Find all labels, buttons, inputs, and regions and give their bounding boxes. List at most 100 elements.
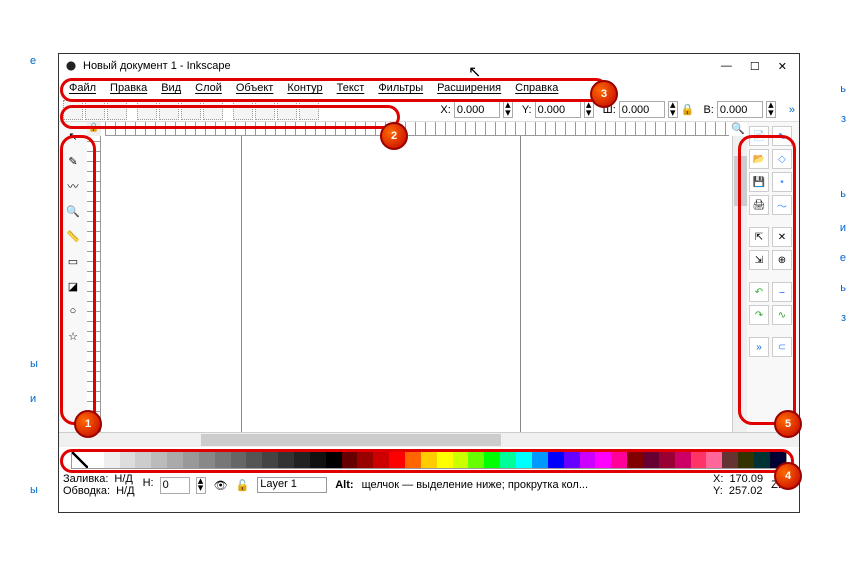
undo-icon[interactable]: ↶ <box>749 282 769 302</box>
w-spinner[interactable]: ▴▾ <box>668 101 678 118</box>
color-swatch[interactable] <box>595 452 611 468</box>
color-swatch[interactable] <box>532 452 548 468</box>
tweak-tool-icon[interactable]: 〰 <box>63 176 83 196</box>
color-swatch[interactable] <box>342 452 358 468</box>
rect-tool-icon[interactable]: ▭ <box>63 251 83 271</box>
rotate-ccw-icon[interactable] <box>137 100 157 120</box>
color-swatch[interactable] <box>691 452 707 468</box>
maximize-button[interactable]: ☐ <box>750 60 760 73</box>
color-swatch[interactable] <box>326 452 342 468</box>
opacity-input[interactable] <box>160 477 190 494</box>
color-swatch[interactable] <box>294 452 310 468</box>
menu-layer[interactable]: Слой <box>195 82 222 94</box>
color-swatch[interactable] <box>120 452 136 468</box>
menu-extensions[interactable]: Расширения <box>437 82 501 94</box>
y-input[interactable] <box>535 101 581 118</box>
color-swatch[interactable] <box>706 452 722 468</box>
color-swatch[interactable] <box>643 452 659 468</box>
w-input[interactable] <box>619 101 665 118</box>
color-swatch[interactable] <box>215 452 231 468</box>
menu-text[interactable]: Текст <box>337 82 365 94</box>
layer-selector[interactable]: Layer 1 <box>257 477 327 493</box>
color-swatch[interactable] <box>754 452 770 468</box>
x-spinner[interactable]: ▴▾ <box>503 101 513 118</box>
snap-bbox-icon[interactable]: ◇ <box>772 149 792 169</box>
h-input[interactable] <box>717 101 763 118</box>
color-swatch[interactable] <box>231 452 247 468</box>
ruler-horizontal[interactable] <box>105 122 729 136</box>
snap-other-icon[interactable]: ⊂ <box>772 337 792 357</box>
menu-file[interactable]: Файл <box>69 82 96 94</box>
open-doc-icon[interactable]: 📂 <box>749 149 769 169</box>
toolbar-overflow-icon[interactable]: » <box>789 104 795 116</box>
color-swatch[interactable] <box>738 452 754 468</box>
menu-help[interactable]: Справка <box>515 82 558 94</box>
layer-visibility-icon[interactable]: 👁 <box>214 479 228 492</box>
color-swatch[interactable] <box>500 452 516 468</box>
color-swatch[interactable] <box>484 452 500 468</box>
color-swatch[interactable] <box>611 452 627 468</box>
print-icon[interactable]: 🖨 <box>749 195 769 215</box>
zoom-magnify-icon[interactable]: 🔍 <box>731 122 745 135</box>
select-all-icon[interactable] <box>63 100 83 120</box>
color-swatch[interactable] <box>278 452 294 468</box>
lower-bottom-icon[interactable] <box>233 100 253 120</box>
color-swatch[interactable] <box>675 452 691 468</box>
star-tool-icon[interactable]: ☆ <box>63 326 83 346</box>
snap-node-icon[interactable]: • <box>772 172 792 192</box>
stroke-value[interactable]: Н/Д <box>116 485 134 497</box>
opacity-spinner[interactable]: ▴▾ <box>196 477 206 494</box>
close-button[interactable]: ✕ <box>778 60 787 73</box>
lower-icon[interactable] <box>255 100 275 120</box>
node-tool-icon[interactable]: ✎ <box>63 151 83 171</box>
snap-path-icon[interactable]: 〜 <box>772 195 792 215</box>
selector-tool-icon[interactable]: ↖ <box>63 126 83 146</box>
scrollbar-horizontal[interactable] <box>59 432 799 447</box>
color-swatch[interactable] <box>453 452 469 468</box>
fill-value[interactable]: Н/Д <box>114 473 132 485</box>
flip-v-icon[interactable] <box>203 100 223 120</box>
color-swatch[interactable] <box>183 452 199 468</box>
snap-intersect-icon[interactable]: ✕ <box>772 227 792 247</box>
x-input[interactable] <box>454 101 500 118</box>
color-swatch[interactable] <box>548 452 564 468</box>
export-icon[interactable]: ⇲ <box>749 250 769 270</box>
color-swatch[interactable] <box>246 452 262 468</box>
snap-midpoint-icon[interactable]: ∿ <box>772 305 792 325</box>
color-swatch[interactable] <box>627 452 643 468</box>
color-swatch[interactable] <box>373 452 389 468</box>
color-swatch[interactable] <box>104 452 120 468</box>
y-spinner[interactable]: ▴▾ <box>584 101 594 118</box>
color-swatch[interactable] <box>580 452 596 468</box>
color-swatch[interactable] <box>135 452 151 468</box>
menu-edit[interactable]: Правка <box>110 82 147 94</box>
h-spinner[interactable]: ▴▾ <box>766 101 776 118</box>
raise-top-icon[interactable] <box>299 100 319 120</box>
layer-lock-icon[interactable]: 🔓 <box>236 479 250 492</box>
ruler-lock-icon[interactable]: 🔒 <box>87 122 101 136</box>
new-doc-icon[interactable]: 📄 <box>749 126 769 146</box>
flip-h-icon[interactable] <box>181 100 201 120</box>
3dbox-tool-icon[interactable]: ◪ <box>63 276 83 296</box>
color-swatch[interactable] <box>151 452 167 468</box>
redo-icon[interactable]: ↷ <box>749 305 769 325</box>
menu-filters[interactable]: Фильтры <box>378 82 423 94</box>
rotate-cw-icon[interactable] <box>159 100 179 120</box>
zoom-tool-icon[interactable]: 🔍 <box>63 201 83 221</box>
color-swatch[interactable] <box>262 452 278 468</box>
select-layer-icon[interactable] <box>85 100 105 120</box>
canvas[interactable] <box>101 136 729 432</box>
snap-center-icon[interactable]: ⊕ <box>772 250 792 270</box>
color-swatch[interactable] <box>167 452 183 468</box>
lock-wh-icon[interactable]: 🔒 <box>681 103 695 116</box>
color-swatch[interactable] <box>88 452 104 468</box>
ruler-vertical[interactable] <box>87 136 101 432</box>
color-swatch[interactable] <box>564 452 580 468</box>
snap-edge-icon[interactable]: ⎯ <box>772 282 792 302</box>
snap-enable-icon[interactable]: ⬊ <box>772 126 792 146</box>
import-icon[interactable]: ⇱ <box>749 227 769 247</box>
save-doc-icon[interactable]: 💾 <box>749 172 769 192</box>
panel-overflow-icon[interactable]: » <box>749 337 769 357</box>
color-swatch[interactable] <box>659 452 675 468</box>
color-swatch[interactable] <box>389 452 405 468</box>
